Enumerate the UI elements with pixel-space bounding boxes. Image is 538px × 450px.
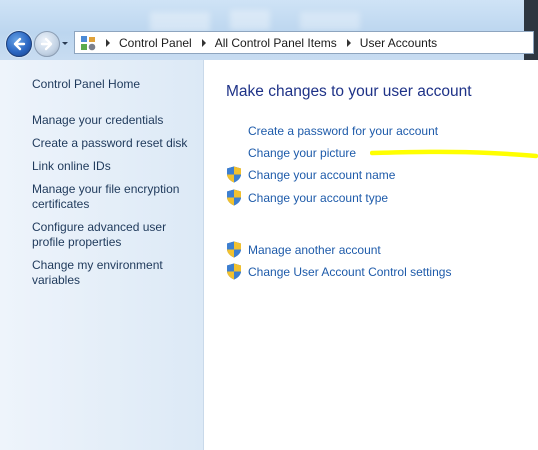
back-button[interactable] [6,31,32,57]
arrow-right-icon [40,37,53,51]
blurred-titlebar-region [300,12,360,30]
sidebar-item-password-reset-disk[interactable]: Create a password reset disk [32,136,197,151]
control-panel-icon [80,35,96,51]
breadcrumb-separator[interactable] [201,38,206,47]
page-title: Make changes to your user account [226,83,472,100]
left-task-pane: Control Panel Home Manage your credentia… [0,60,204,450]
task-change-account-type[interactable]: Change your account type [248,191,388,205]
breadcrumb-separator[interactable] [106,38,110,47]
task-change-uac-settings[interactable]: Change User Account Control settings [248,265,451,279]
chevron-down-icon[interactable] [61,38,69,48]
sidebar-item-control-panel-home[interactable]: Control Panel Home [32,77,197,92]
highlighter-annotation [370,149,538,159]
sidebar-item-environment-variables[interactable]: Change my environment variables [32,258,197,288]
blurred-titlebar-region [230,10,270,30]
sidebar-item-link-online-ids[interactable]: Link online IDs [32,159,197,174]
breadcrumb-user-accounts[interactable]: User Accounts [360,36,437,50]
task-change-account-name[interactable]: Change your account name [248,168,395,182]
uac-shield-icon [227,263,241,280]
breadcrumb-all-items[interactable]: All Control Panel Items [215,36,337,50]
blurred-titlebar-region [150,12,210,32]
address-bar[interactable]: Control Panel All Control Panel Items Us… [74,31,534,54]
sidebar-item-advanced-profile[interactable]: Configure advanced user profile properti… [32,220,197,250]
sidebar-item-file-encryption[interactable]: Manage your file encryption certificates [32,182,197,212]
sidebar-item-manage-credentials[interactable]: Manage your credentials [32,113,197,128]
task-manage-another-account[interactable]: Manage another account [248,243,381,257]
task-change-picture[interactable]: Change your picture [248,146,356,160]
arrow-left-icon [13,37,26,51]
uac-shield-icon [227,189,241,206]
breadcrumb-separator[interactable] [346,38,351,47]
breadcrumb-control-panel[interactable]: Control Panel [119,36,192,50]
task-create-password[interactable]: Create a password for your account [248,124,438,138]
uac-shield-icon [227,241,241,258]
uac-shield-icon [227,166,241,183]
forward-button[interactable] [34,31,60,57]
